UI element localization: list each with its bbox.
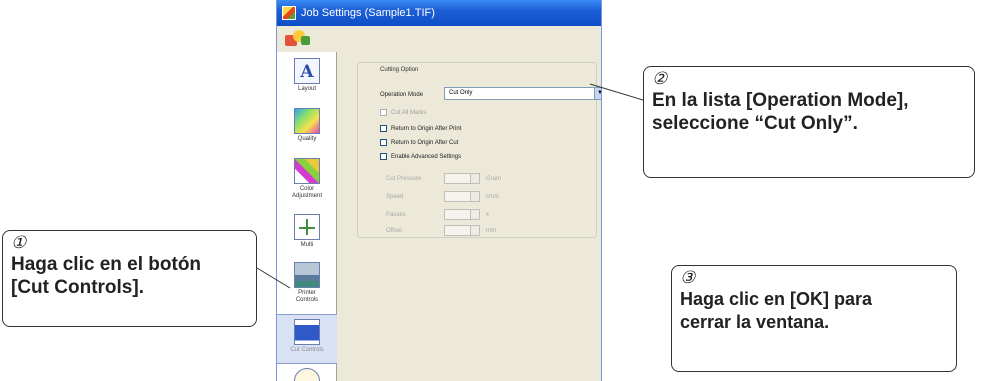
passes-spinner bbox=[444, 209, 480, 220]
sidebar-item-multi[interactable]: Multi bbox=[277, 214, 337, 249]
offset-unit: mm bbox=[486, 228, 496, 234]
sidebar-item-layout[interactable]: Layout bbox=[277, 58, 337, 93]
settings-panel: Cutting Option Operation Mode Cut Only ▼… bbox=[341, 52, 601, 381]
operation-mode-select[interactable]: Cut Only ▼ bbox=[444, 87, 601, 100]
step-text-line1: Haga clic en el botón bbox=[11, 254, 202, 275]
offset-spinner bbox=[444, 225, 480, 236]
offset-label: Offset bbox=[386, 228, 402, 234]
step-text-line1: Haga clic en [OK] para bbox=[680, 289, 873, 309]
step-text-line1: En la lista [Operation Mode], bbox=[652, 90, 909, 111]
next-section-icon bbox=[294, 368, 320, 381]
speed-spinner bbox=[444, 191, 480, 202]
checkbox-cut-all-marks: Cut All Marks bbox=[380, 109, 426, 119]
job-settings-window: Job Settings (Sample1.TIF) Layout Qualit… bbox=[276, 0, 602, 381]
sidebar-item-printer-controls[interactable]: Printer Controls bbox=[277, 262, 337, 304]
speed-unit: cm/s bbox=[486, 194, 499, 200]
group-title: Cutting Option bbox=[378, 67, 421, 73]
sidebar-item-label: Color Adjustment bbox=[291, 186, 322, 199]
app-icon bbox=[282, 6, 296, 20]
checkbox-box[interactable] bbox=[380, 153, 387, 160]
operation-mode-value: Cut Only bbox=[449, 90, 473, 96]
step-number: ① bbox=[11, 233, 27, 252]
settings-sidebar: Layout Quality Color Adjustment Multi Pr… bbox=[277, 52, 337, 381]
checkbox-return-origin-print[interactable]: Return to Origin After Print bbox=[380, 125, 461, 135]
layout-icon bbox=[294, 58, 320, 84]
sidebar-item-label: Multi bbox=[300, 242, 314, 248]
step-text-line2: cerrar la ventana. bbox=[680, 312, 830, 332]
cutting-option-group: Cutting Option Operation Mode Cut Only ▼… bbox=[357, 62, 601, 238]
sidebar-item-next[interactable] bbox=[277, 368, 337, 381]
sidebar-item-label: Layout bbox=[297, 86, 316, 92]
sidebar-item-label: Cut Controls bbox=[290, 347, 324, 353]
step-text-line2: [Cut Controls]. bbox=[11, 277, 144, 298]
passes-unit: x bbox=[486, 212, 489, 218]
cut-pressure-spinner bbox=[444, 173, 480, 184]
color-adjustment-icon bbox=[294, 158, 320, 184]
checkbox-box[interactable] bbox=[380, 139, 387, 146]
checkbox-label: Cut All Marks bbox=[391, 110, 427, 117]
step-number: ② bbox=[652, 69, 668, 88]
callout-step-3: ③ Haga clic en [OK] para cerrar la venta… bbox=[671, 265, 957, 372]
checkbox-box bbox=[380, 109, 387, 116]
checkbox-label: Return to Origin After Cut bbox=[391, 140, 459, 147]
checkbox-enable-advanced[interactable]: Enable Advanced Settings bbox=[380, 153, 461, 163]
window-title: Job Settings (Sample1.TIF) bbox=[301, 7, 435, 19]
sidebar-item-label: Printer Controls bbox=[295, 290, 319, 303]
multi-icon bbox=[294, 214, 320, 240]
passes-label: Passes bbox=[386, 212, 406, 218]
checkbox-label: Return to Origin After Print bbox=[391, 126, 462, 133]
job-toolbar-icon[interactable] bbox=[285, 29, 311, 47]
sidebar-item-cut-controls[interactable]: Cut Controls bbox=[277, 314, 337, 364]
operation-mode-label: Operation Mode bbox=[380, 92, 424, 98]
chevron-down-icon[interactable]: ▼ bbox=[594, 88, 601, 99]
cut-pressure-label: Cut Pressure bbox=[386, 176, 422, 182]
callout-step-1: ① Haga clic en el botón [Cut Controls]. bbox=[2, 230, 257, 327]
printer-controls-icon bbox=[294, 262, 320, 288]
step-text-line2: seleccione “Cut Only”. bbox=[652, 113, 858, 134]
checkbox-label: Enable Advanced Settings bbox=[391, 154, 462, 161]
callout-step-2: ② En la lista [Operation Mode], seleccio… bbox=[643, 66, 975, 178]
title-bar: Job Settings (Sample1.TIF) bbox=[277, 0, 601, 26]
cut-pressure-unit: Gram bbox=[486, 176, 501, 182]
checkbox-box[interactable] bbox=[380, 125, 387, 132]
toolbar bbox=[277, 26, 601, 50]
sidebar-item-quality[interactable]: Quality bbox=[277, 108, 337, 143]
sidebar-item-color-adjustment[interactable]: Color Adjustment bbox=[277, 158, 337, 200]
quality-icon bbox=[294, 108, 320, 134]
speed-label: Speed bbox=[386, 194, 404, 200]
checkbox-return-origin-cut[interactable]: Return to Origin After Cut bbox=[380, 139, 458, 149]
step-number: ③ bbox=[680, 268, 696, 287]
cut-controls-icon bbox=[294, 319, 320, 345]
sidebar-item-label: Quality bbox=[297, 136, 317, 142]
